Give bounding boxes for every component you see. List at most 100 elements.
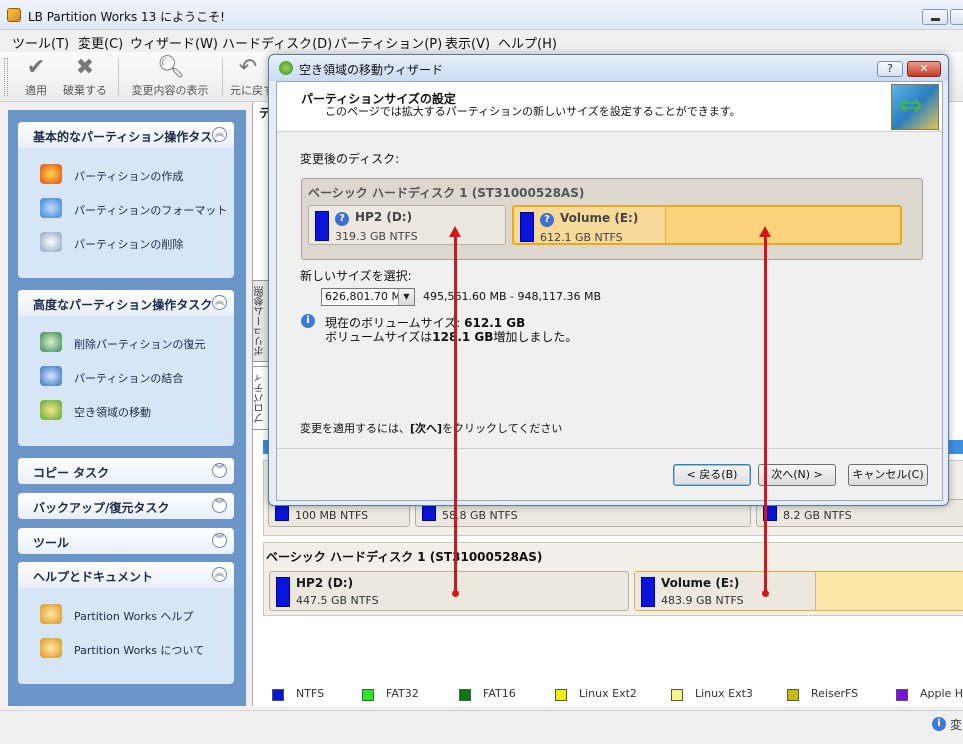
partition-size: 319.3 GB NTFS [335,230,418,243]
menu-harddisk[interactable]: ハードディスク(D) [222,33,332,52]
help-docs-group: ヘルプとドキュメント ︽ Partition Works ヘルプ Partiti… [18,562,234,684]
annotation-arrow-left [454,236,457,592]
annotation-arrow-right [764,236,767,592]
copy-tasks-group[interactable]: コピー タスク ︾ [18,458,234,484]
dialog-help-button[interactable]: ? [877,61,903,77]
menu-change[interactable]: 変更(C) [78,33,123,52]
ntfs-bar [641,577,655,607]
minimize-button[interactable] [922,9,948,25]
question-icon: ? [540,213,554,227]
expand-icon[interactable]: ︾ [212,463,227,478]
advanced-tasks-header[interactable]: 高度なパーティション操作タスク ︽ [18,290,234,316]
size-range-text: 495,561.60 MB - 948,117.36 MB [423,290,601,303]
new-size-dropdown[interactable]: 626,801.70 MB ▼ [321,288,415,306]
partition-name: Volume (E:) [661,576,740,590]
delete-partition-icon [40,232,62,252]
task-label: パーティションの結合 [74,372,184,385]
new-size-value: 626,801.70 MB [325,290,409,303]
undo-button[interactable]: ↶ 元に戻す [230,54,274,100]
undo-label: 元に戻す [230,84,274,97]
annotation-arrowhead-left [449,226,461,237]
legend-label: NTFS [296,687,325,700]
annotation-dot-right [762,590,769,597]
restore-partition-icon [40,332,62,352]
disk1-partition-volume-e[interactable]: Volume (E:) 483.9 GB NTFS [634,571,963,611]
disk1-name: ベーシック ハードディスク 1 (ST31000528AS) [266,550,543,564]
menu-bar: ツール(T) 変更(C) ウィザード(W) ハードディスク(D) パーティション… [0,30,963,52]
dialog-partition-volume-e[interactable]: ? Volume (E:) 612.1 GB NTFS [512,205,902,245]
annotation-dot-left [452,590,459,597]
menu-help[interactable]: ヘルプ(H) [498,33,557,52]
status-text: 変 [950,718,963,732]
info-book-icon [40,638,62,658]
dialog-close-button[interactable]: ✕ [907,61,941,77]
ntfs-bar [520,212,534,242]
toolbar-separator [222,58,223,96]
legend-swatch [272,689,284,701]
backup-tasks-title: バックアップ/復元タスク [33,501,170,515]
expand-icon[interactable]: ︾ [212,533,227,548]
hint-prefix: 変更を適用するには、 [300,422,410,435]
tools-title: ツール [33,536,70,550]
copy-tasks-header[interactable]: コピー タスク ︾ [18,458,234,484]
back-button[interactable]: < 戻る(B) [673,464,751,486]
disk1-partition-hp2[interactable]: HP2 (D:) 447.5 GB NTFS [269,571,629,611]
next-button[interactable]: 次へ(N) > [758,464,836,486]
menu-partition[interactable]: パーティション(P) [334,33,442,52]
partition-name: HP2 (D:) [296,576,354,590]
cancel-button[interactable]: キャンセル(C) [848,464,928,486]
tools-header[interactable]: ツール ︾ [18,528,234,554]
basic-tasks-title: 基本的なパーティション操作タスク [33,130,225,144]
menu-tools[interactable]: ツール(T) [12,33,69,52]
increase-value: 128.1 GB [432,330,494,344]
menu-wizard[interactable]: ウィザード(W) [130,33,218,52]
show-changes-label: 変更内容の表示 [131,84,209,97]
maximize-button[interactable] [950,9,963,25]
task-label: パーティションのフォーマット [74,204,228,217]
ntfs-bar [276,577,290,607]
tools-group[interactable]: ツール ︾ [18,528,234,554]
discard-button[interactable]: ✖ 破棄する [60,54,110,100]
wizard-icon [279,61,293,75]
backup-tasks-header[interactable]: バックアップ/復元タスク ︾ [18,493,234,519]
menu-view[interactable]: 表示(V) [445,33,490,52]
apply-button[interactable]: ✔ 適用 [18,54,54,100]
toolbar-grip [4,58,8,96]
help-link-label: Partition Works ヘルプ [74,610,194,623]
hint-key: [次へ] [410,422,443,435]
disk1-area: ベーシック ハードディスク 1 (ST31000528AS) HP2 (D:) … [263,542,963,616]
show-changes-button[interactable]: 🔍︎ 変更内容の表示 [126,54,214,100]
toolbar-separator [118,58,119,96]
dialog-disk-map: ベーシック ハードディスク 1 (ST31000528AS) ? HP2 (D:… [301,178,923,260]
legend-label: ReiserFS [811,687,859,700]
dialog-header-subtitle: このページでは拡大するパーティションの新しいサイズを設定することができます。 [325,105,741,118]
apply-label: 適用 [25,84,47,97]
advanced-tasks-title: 高度なパーティション操作タスク [33,298,213,312]
collapse-icon[interactable]: ︽ [212,127,227,142]
backup-tasks-group[interactable]: バックアップ/復元タスク ︾ [18,493,234,519]
window-title: LB Partition Works 13 にようこそ! [28,10,225,24]
basic-tasks-header[interactable]: 基本的なパーティション操作タスク ︽ [18,122,234,148]
partition-size: 100 MB NTFS [295,509,369,522]
help-docs-header[interactable]: ヘルプとドキュメント ︽ [18,562,234,588]
task-label: パーティションの削除 [74,238,184,251]
app-icon [7,8,21,22]
x-icon: ✖ [75,55,95,80]
collapse-icon[interactable]: ︽ [212,567,227,582]
expand-icon[interactable]: ︾ [212,498,227,513]
hint-suffix: をクリックしてください [442,422,563,435]
legend-swatch [362,689,374,701]
dialog-header: パーティションサイズの設定 このページでは拡大するパーティションの新しいサイズを… [277,82,942,132]
ntfs-bar [315,211,329,241]
filesystem-legend: NTFS FAT32 FAT16 Linux Ext2 Linux Ext3 R… [262,684,963,706]
dropdown-arrow-icon[interactable]: ▼ [398,289,414,305]
dialog-partition-hp2[interactable]: ? HP2 (D:) 319.3 GB NTFS [308,205,506,245]
partition-size: 8.2 GB NTFS [783,509,852,522]
dialog-title-bar: 空き領域の移動ウィザード ? ✕ [269,55,948,81]
about-link-label: Partition Works について [74,644,205,657]
merge-partition-icon [40,366,62,386]
legend-swatch [787,689,799,701]
move-free-space-dialog: 空き領域の移動ウィザード ? ✕ パーティションサイズの設定 このページでは拡大… [268,54,949,506]
partition-size: 612.1 GB NTFS [540,231,623,244]
collapse-icon[interactable]: ︽ [212,295,227,310]
